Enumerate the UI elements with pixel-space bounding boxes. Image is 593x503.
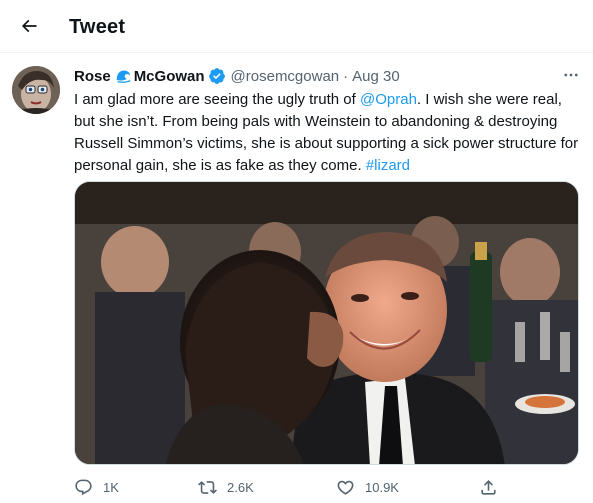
tweet-text: I am glad more are seeing the ugly truth… (74, 89, 584, 177)
reply-icon (75, 479, 92, 495)
like-button[interactable]: 10.9K (336, 476, 399, 498)
separator-dot: · (343, 67, 349, 85)
reply-button[interactable]: 1K (74, 476, 119, 498)
share-button[interactable] (479, 476, 498, 498)
author-name[interactable]: Rose McGowan (74, 67, 226, 85)
top-bar: Tweet (0, 0, 593, 53)
mention-link[interactable]: @Oprah (360, 91, 417, 108)
photo-image (75, 182, 578, 464)
more-button[interactable] (558, 62, 584, 88)
retweet-button[interactable]: 2.6K (198, 476, 254, 498)
author-handle[interactable]: @rosemcgowan (231, 68, 340, 85)
tweet-date[interactable]: Aug 30 (352, 68, 400, 85)
heart-icon (337, 480, 354, 495)
retweet-icon (198, 480, 217, 494)
tweet-photo[interactable] (74, 181, 579, 465)
tweet-text-part1: I am glad more are seeing the ugly truth… (74, 91, 360, 108)
avatar[interactable] (12, 66, 60, 114)
retweet-count: 2.6K (227, 479, 254, 495)
verified-badge-icon (208, 68, 225, 84)
author-first-name: Rose (74, 67, 111, 85)
reply-count: 1K (103, 479, 119, 495)
like-count: 10.9K (365, 479, 399, 495)
arrow-left-icon (21, 19, 37, 33)
tweet-header: Rose McGowan @rosemcgowan · Aug 30 (74, 66, 400, 86)
page-title: Tweet (69, 16, 126, 38)
wave-emoji (114, 67, 132, 85)
more-horizontal-icon (564, 73, 578, 77)
back-button[interactable] (12, 9, 46, 43)
author-last-name: McGowan (133, 67, 205, 85)
share-icon (481, 479, 496, 495)
tweet-actions: 1K 2.6K 10.9K (74, 476, 514, 498)
hashtag-link[interactable]: #lizard (366, 157, 410, 174)
